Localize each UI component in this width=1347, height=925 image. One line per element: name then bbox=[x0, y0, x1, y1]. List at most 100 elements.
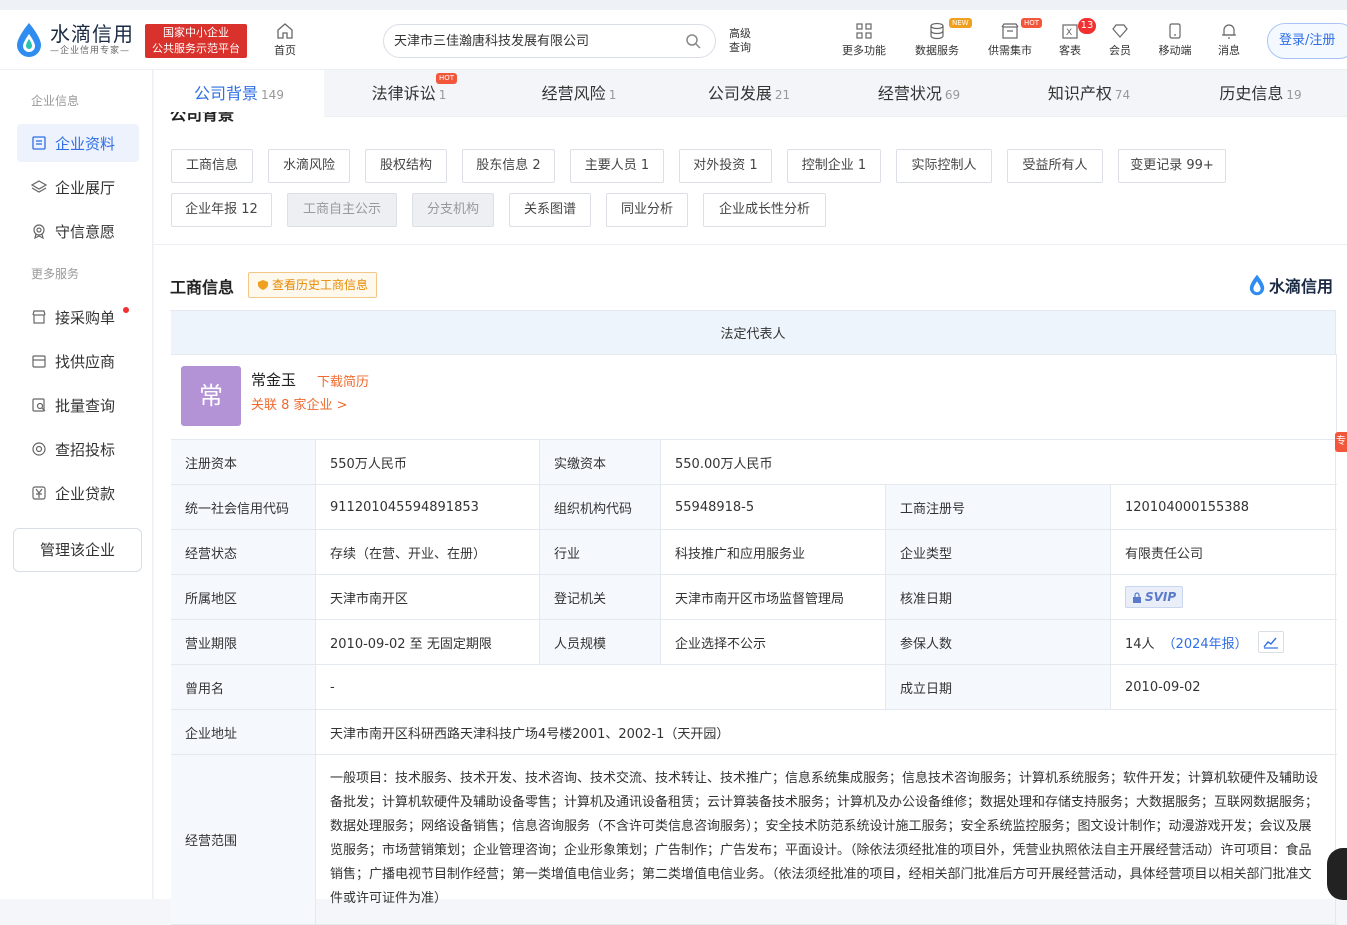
sidebar-item-find-suppliers[interactable]: 找供应商 bbox=[17, 342, 139, 380]
view-history-button[interactable]: 查看历史工商信息 bbox=[248, 272, 378, 298]
sidebar-item-batch-query[interactable]: 批量查询 bbox=[17, 386, 139, 424]
tab-litigation[interactable]: 法律诉讼 1 HOT bbox=[324, 70, 494, 117]
login-register-button[interactable]: 登录/注册 bbox=[1267, 23, 1347, 59]
sidebar-item-label: 守信意愿 bbox=[55, 222, 116, 241]
nav-mobile[interactable]: 移动端 bbox=[1156, 22, 1194, 58]
chip-growth-analysis[interactable]: 企业成长性分析 bbox=[703, 193, 826, 227]
chip-branches[interactable]: 分支机构 bbox=[412, 193, 494, 227]
chip-beneficial-owner[interactable]: 受益所有人 bbox=[1007, 149, 1103, 183]
store-icon bbox=[32, 310, 46, 324]
nav-member[interactable]: 会员 bbox=[1107, 22, 1133, 58]
tab-company-background[interactable]: 公司背景 149 bbox=[154, 70, 324, 117]
water-drop-logo-icon bbox=[17, 23, 41, 57]
watermark-text: 水滴信用 bbox=[1269, 277, 1334, 296]
tab-development[interactable]: 公司发展 21 bbox=[664, 70, 834, 117]
label-approve-date: 核准日期 bbox=[886, 575, 1111, 619]
annual-report-link[interactable]: （2024年报） bbox=[1163, 633, 1248, 652]
manage-company-button[interactable]: 管理该企业 bbox=[13, 528, 142, 572]
nav-data-service[interactable]: 数据服务 NEW bbox=[912, 18, 972, 58]
table-row: 企业地址 天津市南开区科研西路天津科技广场4号楼2001、2002-1（天开园） bbox=[171, 710, 1337, 755]
logo-name: 水滴信用 bbox=[50, 22, 134, 46]
tab-label: 法律诉讼 bbox=[371, 84, 436, 103]
label-credit-code: 统一社会信用代码 bbox=[171, 485, 316, 529]
tab-ip[interactable]: 知识产权 74 bbox=[1004, 70, 1174, 117]
rep-name[interactable]: 常金玉 bbox=[251, 369, 296, 390]
nav-label: 更多功能 bbox=[842, 44, 886, 57]
label-staff-size: 人员规模 bbox=[540, 620, 661, 664]
value-reg-capital: 550万人民币 bbox=[316, 440, 540, 484]
nav-excel[interactable]: X 客表 13 bbox=[1056, 18, 1096, 58]
chip-investments[interactable]: 对外投资 1 bbox=[679, 149, 772, 183]
view-history-label: 查看历史工商信息 bbox=[272, 278, 369, 292]
value-found-date: 2010-09-02 bbox=[1111, 665, 1336, 709]
nav-more-functions[interactable]: 更多功能 bbox=[840, 22, 888, 58]
chip-actual-controller[interactable]: 实际控制人 bbox=[896, 149, 992, 183]
tab-history[interactable]: 历史信息 19 bbox=[1174, 70, 1347, 117]
download-resume-link[interactable]: 下载简历 bbox=[317, 371, 369, 390]
nav-label: 移动端 bbox=[1158, 44, 1192, 57]
sidebar-item-label: 企业资料 bbox=[55, 134, 116, 153]
chip-key-personnel[interactable]: 主要人员 1 bbox=[570, 149, 664, 183]
related-companies-link[interactable]: 关联 8 家企业 > bbox=[251, 394, 348, 413]
sidebar-item-purchase-orders[interactable]: 接采购单 bbox=[17, 298, 139, 336]
nav-label: 供需集市 bbox=[988, 44, 1032, 57]
home-link[interactable]: 首页 bbox=[270, 22, 300, 58]
sidebar-item-loans[interactable]: 企业贷款 bbox=[17, 474, 139, 512]
chip-self-disclosure[interactable]: 工商自主公示 bbox=[287, 193, 397, 227]
chip-annual-reports[interactable]: 企业年报 12 bbox=[171, 193, 272, 227]
nav-messages[interactable]: 消息 bbox=[1216, 22, 1242, 58]
sidebar-section-title: 企业信息 bbox=[31, 94, 80, 108]
nav-market[interactable]: 供需集市 HOT bbox=[985, 18, 1043, 58]
medal-icon bbox=[33, 224, 45, 239]
advanced-search-link[interactable]: 高级查询 bbox=[729, 27, 755, 55]
site-logo[interactable]: 水滴信用 —企业信用专家— bbox=[14, 22, 134, 58]
chip-shareholders[interactable]: 股东信息 2 bbox=[462, 149, 555, 183]
floating-helper-widget[interactable] bbox=[1327, 848, 1347, 900]
legal-rep-row: 常 常金玉 下载简历 关联 8 家企业 > bbox=[171, 355, 1337, 440]
target-icon bbox=[32, 442, 46, 456]
tab-operation-status[interactable]: 经营状况 69 bbox=[834, 70, 1004, 117]
label-company-type: 企业类型 bbox=[886, 530, 1111, 574]
label-industry: 行业 bbox=[540, 530, 661, 574]
legal-rep-header: 法定代表人 bbox=[171, 311, 1336, 354]
side-float-tab[interactable]: 专 bbox=[1335, 432, 1347, 452]
database-icon bbox=[930, 22, 944, 40]
logo-slogan: —企业信用专家— bbox=[50, 46, 131, 56]
table-row: 营业期限 2010-09-02 至 无固定期限 人员规模 企业选择不公示 参保人… bbox=[171, 620, 1337, 665]
chip-relation-graph[interactable]: 关系图谱 bbox=[509, 193, 591, 227]
label-found-date: 成立日期 bbox=[886, 665, 1111, 709]
sidebar-item-showroom[interactable]: 企业展厅 bbox=[17, 168, 139, 206]
tab-label: 知识产权 bbox=[1047, 84, 1112, 103]
chip-controlled-companies[interactable]: 控制企业 1 bbox=[787, 149, 881, 183]
value-region: 天津市南开区 bbox=[316, 575, 540, 619]
top-header: 水滴信用 —企业信用专家— 国家中小企业 公共服务示范平台 首页 高级查询 更多… bbox=[0, 10, 1347, 70]
search-box[interactable] bbox=[383, 24, 716, 58]
tab-operation-risk[interactable]: 经营风险 1 bbox=[494, 70, 664, 117]
label-term: 营业期限 bbox=[171, 620, 316, 664]
value-authority: 天津市南开区市场监督管理局 bbox=[661, 575, 886, 619]
layers-icon bbox=[31, 180, 47, 193]
trend-chart-button[interactable] bbox=[1257, 631, 1284, 653]
svip-badge[interactable]: SVIP bbox=[1125, 586, 1184, 608]
search-input[interactable] bbox=[394, 32, 674, 47]
tab-count: 1 bbox=[438, 88, 447, 102]
value-insured: 14人 （2024年报） bbox=[1111, 620, 1336, 664]
sidebar-item-company-profile[interactable]: 企业资料 bbox=[17, 124, 139, 162]
rep-avatar[interactable]: 常 bbox=[181, 366, 241, 426]
chip-risk[interactable]: 水滴风险 bbox=[268, 149, 350, 183]
document-icon bbox=[32, 136, 46, 150]
trend-chart-icon bbox=[1263, 637, 1278, 649]
chip-equity-structure[interactable]: 股权结构 bbox=[365, 149, 447, 183]
excel-icon: X bbox=[1062, 24, 1078, 39]
label-reg-no: 工商注册号 bbox=[886, 485, 1111, 529]
count-badge: 13 bbox=[1078, 18, 1096, 34]
chip-business-info[interactable]: 工商信息 bbox=[171, 149, 253, 183]
chip-change-records[interactable]: 变更记录 99+ bbox=[1118, 149, 1226, 183]
search-icon[interactable] bbox=[685, 33, 701, 49]
hot-tag: HOT bbox=[1021, 18, 1043, 28]
sidebar-item-bidding[interactable]: 查招投标 bbox=[17, 430, 139, 468]
chip-peer-analysis[interactable]: 同业分析 bbox=[606, 193, 688, 227]
bell-icon bbox=[1222, 24, 1236, 39]
sidebar-item-label: 企业贷款 bbox=[55, 484, 116, 503]
sidebar-item-credit-willingness[interactable]: 守信意愿 bbox=[17, 212, 139, 250]
